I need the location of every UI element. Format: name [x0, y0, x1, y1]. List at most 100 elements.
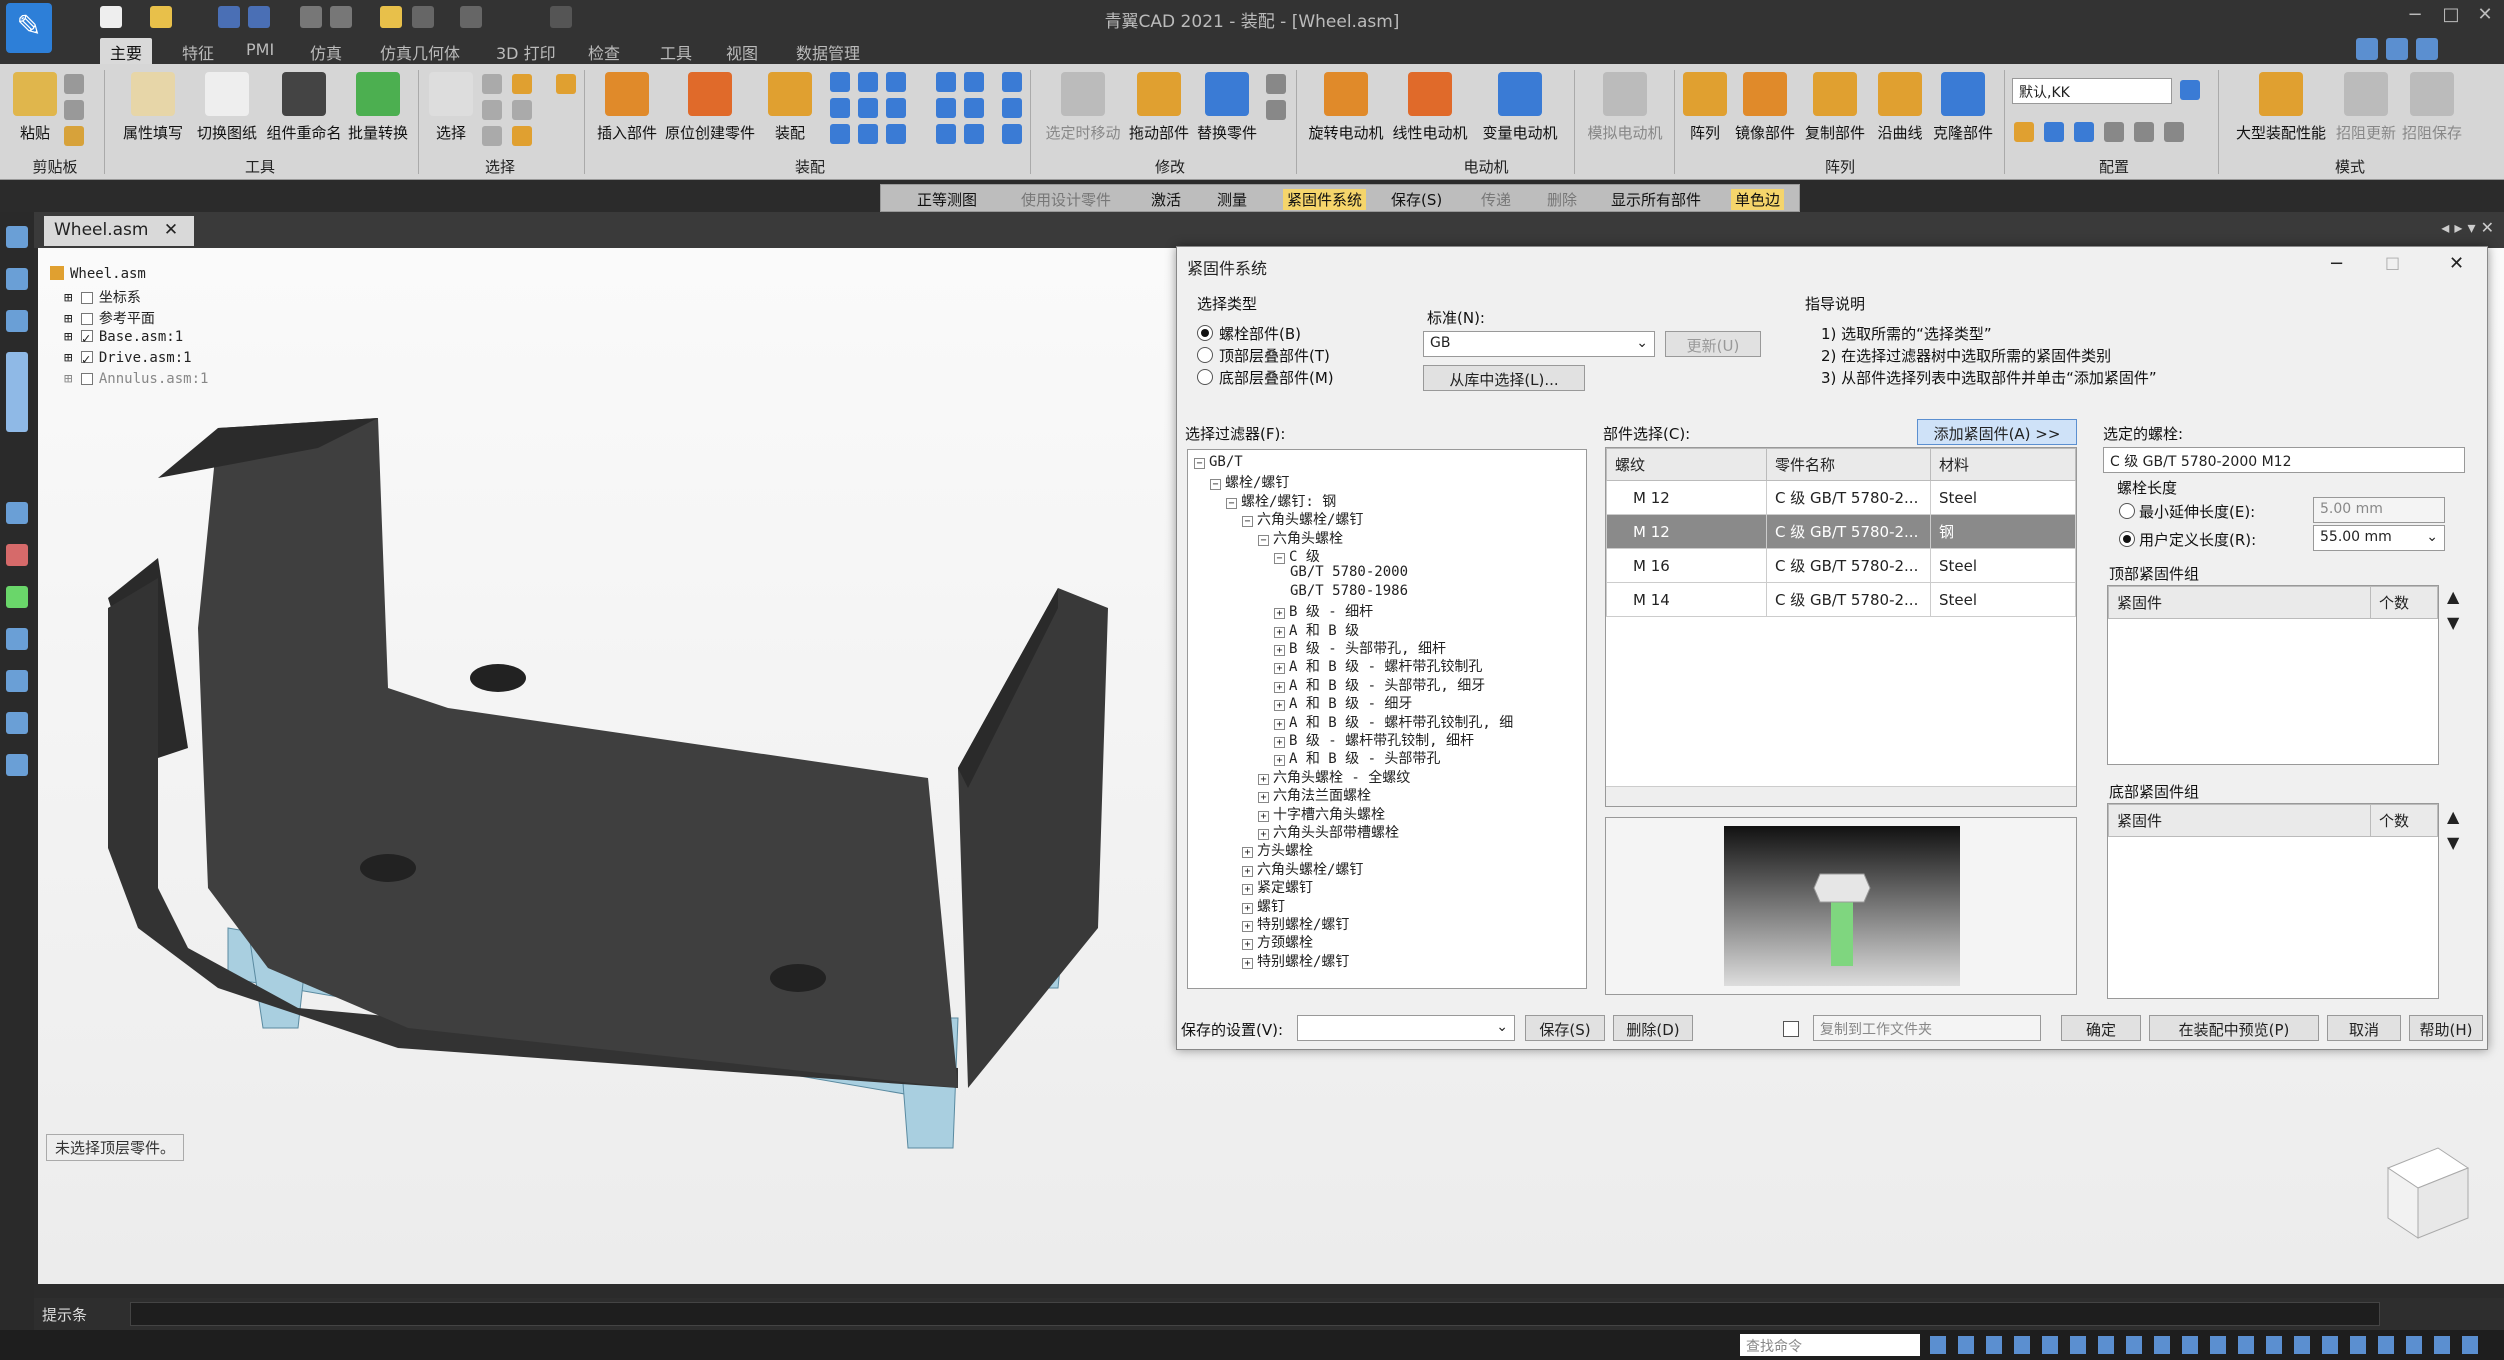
clone-part-button[interactable]: 克隆部件 [1928, 72, 1998, 143]
move-down-icon[interactable]: ▼ [2447, 613, 2459, 632]
save-settings-button[interactable]: 保存(S) [1525, 1015, 1605, 1041]
tab-tools[interactable]: 工具 [650, 38, 702, 64]
move-up-icon[interactable]: ▲ [2447, 807, 2459, 826]
command-search-input[interactable]: 查找命令 [1740, 1334, 1920, 1356]
expand-icon[interactable]: + [1274, 645, 1285, 656]
filter-tree-item[interactable]: + 六角法兰面螺栓 [1258, 785, 1371, 804]
selected-bolt-field[interactable]: C 级 GB/T 5780-2000 M12 [2103, 447, 2465, 473]
filter-tree-item[interactable]: + 六角头螺栓 - 全螺纹 [1258, 767, 1410, 786]
filter-tree-item[interactable]: + 六角头螺栓/螺钉 [1242, 859, 1363, 878]
tree-item-root[interactable]: Wheel.asm [50, 266, 208, 287]
expand-icon[interactable]: + [1274, 626, 1285, 638]
filter-tree-item[interactable]: + 特别螺栓/螺钉 [1242, 951, 1349, 970]
standard-select[interactable]: GB ⌄ [1423, 331, 1655, 357]
delete-settings-button[interactable]: 删除(D) [1613, 1015, 1693, 1041]
help-button[interactable]: 帮助(H) [2409, 1015, 2483, 1041]
bottom-stack-radio[interactable] [1197, 369, 1213, 385]
tree-checkbox[interactable] [80, 292, 93, 304]
pathfinder-icon[interactable] [6, 226, 28, 248]
constraint-icon-7[interactable] [830, 124, 850, 144]
config-icon-6[interactable] [2164, 122, 2184, 142]
grid-icon[interactable] [6, 712, 28, 734]
isometric-view-button[interactable]: 正等测图 [917, 189, 977, 210]
filter-tree-item[interactable]: − 六角头螺栓 [1258, 528, 1343, 547]
top-stack-option-label[interactable]: 顶部层叠部件(T) [1219, 345, 1330, 366]
filter-tree-item[interactable]: − 螺栓/螺钉 [1210, 472, 1289, 491]
doc-tab-wheel[interactable]: Wheel.asm ✕ [44, 216, 194, 246]
rename-component-button[interactable]: 组件重命名 [262, 72, 346, 143]
select-option-icon-3[interactable] [482, 126, 502, 146]
bottom-fastener-grid[interactable]: 紧固件 个数 [2107, 803, 2439, 999]
expand-icon[interactable]: + [1258, 773, 1269, 785]
collapse-icon[interactable]: − [1210, 479, 1221, 491]
update-std-button[interactable]: 更新(U) [1665, 331, 1761, 357]
insert-part-button[interactable]: 插入部件 [592, 72, 662, 143]
mirror-part-button[interactable]: 镜像部件 [1730, 72, 1800, 143]
tab-feature[interactable]: 特征 [172, 38, 224, 64]
paste-button[interactable]: 粘贴 [10, 72, 60, 143]
pattern-button[interactable]: 阵列 [1680, 72, 1730, 143]
nodes-icon[interactable] [6, 670, 28, 692]
col-material[interactable]: 材料 [1930, 448, 2076, 481]
collapse-icon[interactable]: − [1226, 497, 1237, 509]
tree-checkbox[interactable] [80, 373, 93, 385]
tab-simulation[interactable]: 仿真 [300, 38, 352, 64]
filter-tree-item[interactable]: + 方颈螺栓 [1242, 932, 1313, 951]
in-place-create-button[interactable]: 原位创建零件 [660, 72, 760, 143]
filter-tree-item[interactable]: + 螺钉 [1242, 896, 1285, 915]
table-row[interactable]: M 16 C 级 GB/T 5780-2... Steel [1606, 548, 2076, 583]
select-option-icon-1[interactable] [482, 74, 502, 94]
select-option-icon-2[interactable] [482, 100, 502, 120]
user-length-field[interactable]: 55.00 mm ⌄ [2313, 525, 2445, 551]
move-selected-button[interactable]: 选定时移动 [1038, 72, 1128, 143]
expand-icon[interactable]: + [1242, 921, 1253, 932]
expand-icon[interactable]: + [1274, 718, 1285, 730]
move-down-icon[interactable]: ▼ [2447, 833, 2459, 852]
constraint-icon-1[interactable] [830, 72, 850, 92]
filter-tree-item[interactable]: − 六角头螺栓/螺钉 [1242, 509, 1363, 528]
tab-3d-print[interactable]: 3D 打印 [486, 38, 566, 64]
library-icon[interactable] [6, 352, 28, 432]
tree-item[interactable]: ⊞ 参考平面 [50, 308, 208, 329]
simulate-motor-button[interactable]: 模拟电动机 [1580, 72, 1670, 143]
constraint-icon-8[interactable] [858, 124, 878, 144]
constraint-icon-2[interactable] [858, 72, 878, 92]
expand-icon[interactable]: + [1274, 700, 1285, 712]
library-select-button[interactable]: 从库中选择(L)... [1423, 365, 1585, 391]
filter-tree-item[interactable]: + 六角头头部带槽螺栓 [1258, 822, 1399, 841]
copy-part-button[interactable]: 复制部件 [1800, 72, 1870, 143]
constraint-icon-5[interactable] [858, 98, 878, 118]
format-painter-icon[interactable] [64, 126, 84, 146]
filter-tree-item[interactable]: + B 级 - 细杆 [1274, 601, 1373, 620]
maximize-icon[interactable]: □ [2436, 4, 2466, 30]
copy-icon[interactable] [64, 100, 84, 120]
expand-icon[interactable]: + [1274, 608, 1285, 620]
update-button[interactable]: 招阻更新 [2334, 72, 2398, 143]
config-icon-3[interactable] [2074, 122, 2094, 142]
top-stack-radio[interactable] [1197, 347, 1213, 363]
tab-pmi[interactable]: PMI [236, 38, 284, 64]
save-button[interactable]: 保存(S) [1391, 189, 1442, 210]
expand-icon[interactable]: + [1242, 884, 1253, 896]
constraint-icon-6[interactable] [886, 98, 906, 118]
copy-to-workdir-select[interactable]: 复制到工作文件夹 [1813, 1015, 2041, 1041]
top-fastener-grid[interactable]: 紧固件 个数 [2107, 585, 2439, 765]
select-option-icon-5[interactable] [512, 100, 532, 120]
expand-icon[interactable]: + [1258, 829, 1269, 840]
fastener-system-button[interactable]: 紧固件系统 [1283, 189, 1367, 210]
filter-tree-item[interactable]: − C 级 [1274, 546, 1320, 565]
filter-tree-item[interactable]: + A 和 B 级 [1274, 620, 1359, 639]
filter-tree-item[interactable]: + 方头螺栓 [1242, 840, 1313, 859]
move-up-icon[interactable]: ▲ [2447, 587, 2459, 606]
tab-inspect[interactable]: 检查 [578, 38, 630, 64]
cancel-button[interactable]: 取消 [2327, 1015, 2401, 1041]
bottom-stack-option-label[interactable]: 底部层叠部件(M) [1219, 367, 1334, 388]
expand-icon[interactable]: + [1242, 902, 1253, 914]
tree-checkbox[interactable]: ✓ [80, 351, 93, 368]
assembly-model[interactable] [98, 328, 1178, 1228]
filter-tree-item[interactable]: + A 和 B 级 - 螺杆带孔铰制孔, 细 [1274, 712, 1513, 731]
ribbon-option-icon-1[interactable] [2356, 38, 2378, 60]
expand-icon[interactable]: + [1242, 957, 1253, 969]
collapse-icon[interactable]: − [1194, 458, 1205, 469]
filter-tree-item[interactable]: + B 级 - 头部带孔, 细杆 [1274, 638, 1446, 657]
